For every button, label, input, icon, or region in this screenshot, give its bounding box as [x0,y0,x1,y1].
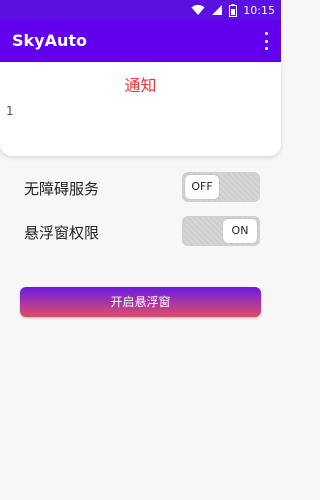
toggle-knob-off: OFF [185,175,219,199]
wifi-icon [191,4,205,15]
floating-window-label: 悬浮窗权限 [24,224,100,242]
menu-dot [264,39,268,43]
notice-card: 通知 1 [0,62,281,156]
more-vert-icon[interactable] [261,32,271,50]
floating-window-row: 悬浮窗权限 ON [24,216,260,248]
battery-icon [229,3,238,17]
status-bar: 10:15 [0,0,281,20]
menu-dot [264,47,268,50]
status-time: 10:15 [243,3,275,17]
notice-body: 1 [6,104,14,118]
toggle-knob-on: ON [223,219,257,243]
status-icons: 10:15 [191,2,275,18]
app-title: SkyAuto [12,31,88,50]
accessibility-service-row: 无障碍服务 OFF [24,172,260,204]
floating-window-toggle[interactable]: ON [182,216,260,246]
signal-icon [212,5,223,15]
menu-dot [264,32,268,35]
accessibility-service-label: 无障碍服务 [24,180,100,198]
notice-title: 通知 [124,76,157,95]
accessibility-service-toggle[interactable]: OFF [182,172,260,202]
open-floating-window-button[interactable]: 开启悬浮窗 [20,287,261,317]
app-bar: SkyAuto [0,20,281,62]
